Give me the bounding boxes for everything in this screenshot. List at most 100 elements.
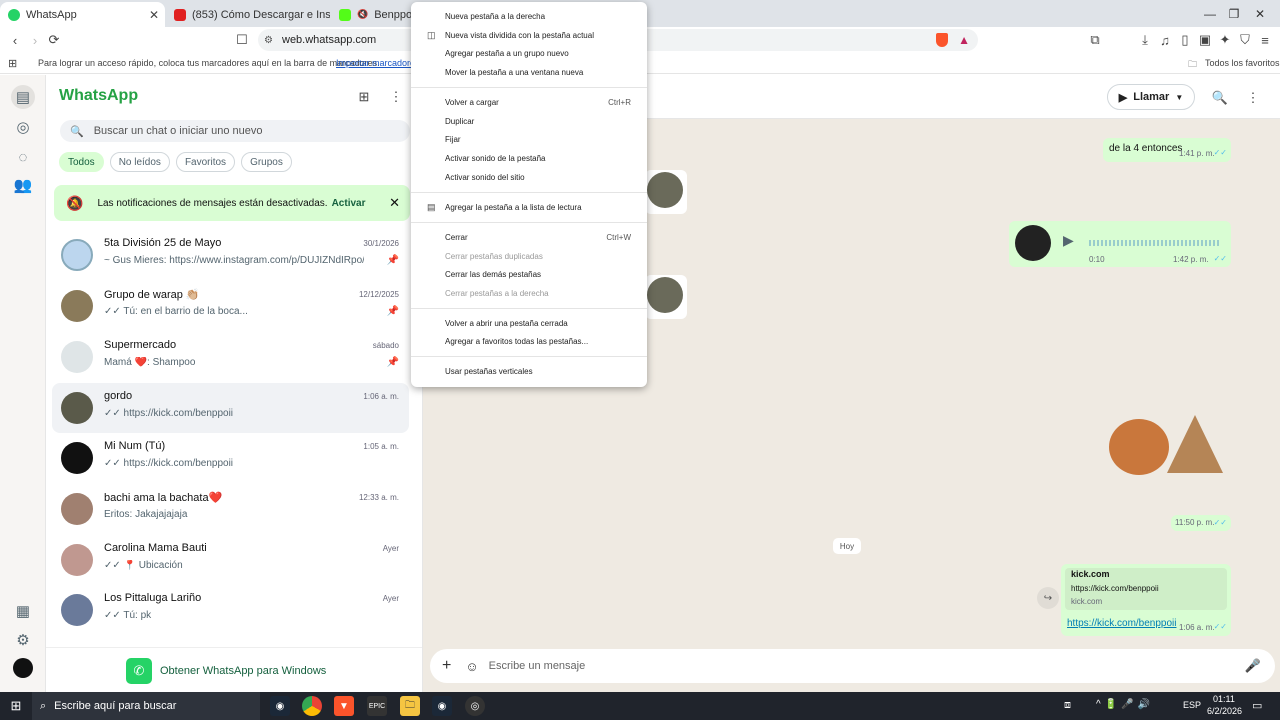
chat-item[interactable]: gordo ✓✓ https://kick.com/benppoii 1:06 … [52,383,409,433]
obs-icon[interactable]: ◎ [465,696,485,716]
wallet-icon[interactable]: ▣ [1196,30,1214,50]
menu-item-new-tab-right[interactable]: Nueva pestaña a la derecha [411,7,647,25]
search-input[interactable]: 🔍 Buscar un chat o iniciar uno nuevo [60,120,410,142]
menu-item-duplicate[interactable]: Duplicar [411,112,647,130]
epic-games-icon[interactable]: EPIC [367,696,387,716]
tab-youtube[interactable]: (853) Cómo Descargar e Instalar Kick [166,2,330,27]
menu-item-close[interactable]: Cerrar Ctrl+W [411,228,647,246]
import-bookmarks-link[interactable]: Importar marcadores [336,58,420,68]
more-options-icon[interactable]: ⋮ [386,87,406,107]
play-icon[interactable]: ▶ [1063,232,1074,249]
clock-date[interactable]: 6/2/2026 [1207,706,1242,716]
menu-item-add-to-group[interactable]: Agregar pestaña a un grupo nuevo [411,44,647,62]
task-view-icon[interactable]: ⧈ [1064,699,1071,712]
close-notice-icon[interactable]: ✕ [389,195,400,211]
search-chat-icon[interactable]: 🔍 [1209,87,1231,109]
incoming-image-message[interactable] [645,275,687,319]
reload-icon[interactable]: ⟳ [45,30,63,50]
steam-icon[interactable]: ◉ [270,696,290,716]
language-indicator[interactable]: ESP [1183,700,1201,710]
link-message[interactable]: kick.com https://kick.com/benppoii kick.… [1061,564,1231,636]
menu-item-close-others[interactable]: Cerrar las demás pestañas [411,265,647,283]
vpn-icon[interactable]: ⛉ [1236,30,1254,50]
apps-icon[interactable]: ⊞ [8,57,17,70]
activate-link[interactable]: Activar [332,198,366,209]
media-icon[interactable]: ♫ [1156,30,1174,50]
tab-kick[interactable]: 🔇 Benppoii Stre [331,2,421,27]
chrome-icon[interactable] [302,696,322,716]
extensions-icon[interactable]: ⧉ [1086,30,1104,50]
attach-icon[interactable]: + [442,657,451,675]
close-tab-icon[interactable]: ✕ [149,8,159,22]
settings-icon[interactable]: ⚙ [11,628,35,652]
get-windows-app-button[interactable]: ✆ Obtener WhatsApp para Windows [126,657,326,685]
profile-avatar[interactable] [13,658,33,678]
emoji-icon[interactable]: ☺ [465,659,478,674]
filter-groups[interactable]: Grupos [241,152,292,172]
microphone-icon[interactable]: 🎤 [1245,658,1261,674]
taskbar-search[interactable]: ⌕ Escribe aquí para buscar [32,692,260,720]
call-button[interactable]: ▶ Llamar ▼ [1107,84,1195,110]
filter-unread[interactable]: No leídos [109,152,170,172]
menu-item-reopen-closed[interactable]: Volver a abrir una pestaña cerrada [411,314,647,332]
leo-ai-icon[interactable]: ✦ [1216,30,1234,50]
site-info-icon[interactable]: ⚙ [264,35,273,46]
voice-message[interactable]: ▶ 0:10 1:42 p. m. ✓✓ [1009,221,1231,267]
menu-item-reload[interactable]: Volver a cargar Ctrl+R [411,93,647,111]
menu-item-split-view[interactable]: ◫ Nueva vista dividida con la pestaña act… [411,26,647,44]
forward-icon[interactable]: › [26,30,44,50]
tab-whatsapp[interactable]: WhatsApp ✕ [0,2,165,27]
message-input[interactable]: Escribe un mensaje [489,660,586,672]
notifications-icon[interactable]: ▭ [1252,699,1262,712]
menu-item-move-to-window[interactable]: Mover la pestaña a una ventana nueva [411,63,647,81]
tray-icons[interactable]: ^🔋🎤🔊 [1096,699,1154,710]
sidebar-icon[interactable]: ▯ [1176,30,1194,50]
sticker-hands [1167,415,1223,473]
channels-icon[interactable]: ◌ [11,145,35,169]
new-chat-icon[interactable]: ⊞ [354,87,374,107]
filter-all[interactable]: Todos [59,152,104,172]
chat-item[interactable]: bachi ama la bachata❤️ Eritos: Jakajajaj… [52,484,409,534]
download-icon[interactable]: ⤓ [1136,30,1154,50]
incoming-image-message[interactable] [645,170,687,214]
chat-item[interactable]: Los Pittaluga Lariño ✓✓ Tú: pk Ayer [52,585,409,635]
menu-item-unmute-tab[interactable]: Activar sonido de la pestaña [411,149,647,167]
sticker-image[interactable] [1109,415,1225,475]
menu-icon[interactable]: ≡ [1256,30,1274,50]
back-icon[interactable]: ‹ [6,30,24,50]
menu-item-reading-list[interactable]: ▤ Agregar la pestaña a la lista de lectur… [411,198,647,216]
menu-item-vertical-tabs[interactable]: Usar pestañas verticales [411,362,647,380]
link-text[interactable]: https://kick.com/benppoii [1067,618,1177,629]
brave-shield-icon[interactable] [936,33,948,47]
media-gallery-icon[interactable]: ▦ [11,599,35,623]
file-explorer-icon[interactable]: 🗀 [400,696,420,716]
chat-item[interactable]: Grupo de warap 👏🏼 ✓✓ Tú: en el barrio de… [52,281,409,331]
status-icon[interactable]: ◎ [11,115,35,139]
chat-menu-icon[interactable]: ⋮ [1242,87,1264,109]
communities-icon[interactable]: 👥 [11,173,35,197]
chat-item[interactable]: Supermercado Mamá ❤️: Shampoo sábado 📌 [52,332,409,382]
close-window-icon[interactable]: ✕ [1240,0,1280,27]
chat-preview: ✓✓ Tú: en el barrio de la boca... [104,306,248,317]
clock-time[interactable]: 01:11 [1213,694,1235,704]
waveform[interactable] [1089,240,1219,246]
message-text: de la 4 entonces [1109,143,1183,154]
chat-item[interactable]: 5ta División 25 de Mayo ~ Gus Mieres: ht… [52,230,409,280]
all-bookmarks[interactable]: Todos los favoritos [1205,58,1280,68]
rewards-icon[interactable]: ▲ [958,33,970,47]
bookmark-icon[interactable]: ☐ [233,30,251,50]
avatar [61,594,93,626]
sender-avatar [1015,225,1051,261]
start-icon[interactable]: ⊞ [6,696,26,716]
steam-client-icon[interactable]: ◉ [432,696,452,716]
forward-icon[interactable]: ↪ [1037,587,1059,609]
menu-item-pin[interactable]: Fijar [411,130,647,148]
outgoing-message[interactable]: de la 4 entonces 1:41 p. m. ✓✓ [1103,138,1231,162]
chat-item[interactable]: Mi Num (Tú) ✓✓ https://kick.com/benppoii… [52,433,409,483]
brave-icon[interactable]: ▼ [334,696,354,716]
chat-item[interactable]: Carolina Mama Bauti ✓✓ 📍 Ubicación Ayer [52,535,409,585]
menu-item-unmute-site[interactable]: Activar sonido del sitio [411,168,647,186]
chats-icon[interactable]: ▤ [11,85,35,109]
filter-favorites[interactable]: Favoritos [175,152,236,172]
menu-item-bookmark-all[interactable]: Agregar a favoritos todas las pestañas..… [411,332,647,350]
